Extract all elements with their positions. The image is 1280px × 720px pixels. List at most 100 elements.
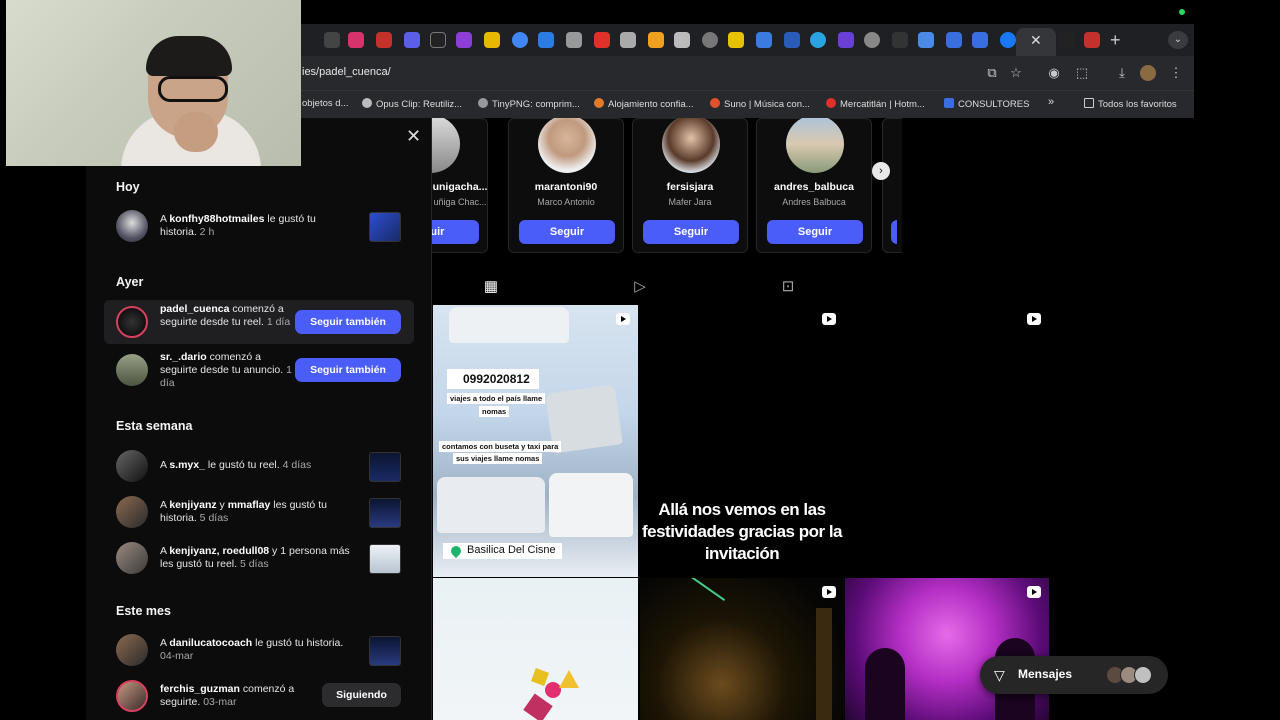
avatar[interactable] (538, 118, 596, 173)
location-tag[interactable]: Basilica Del Cisne (443, 543, 562, 559)
post-tile[interactable] (433, 578, 638, 720)
notification-row[interactable]: ferchis_guzman comenzó a seguirte. 03-ma… (104, 674, 414, 718)
follow-button[interactable] (891, 220, 897, 244)
reel-thumbnail[interactable] (369, 452, 401, 482)
bookmark-item[interactable]: Suno | Música con... (710, 98, 810, 110)
tab-favicon[interactable] (756, 32, 772, 48)
google-tab-icon[interactable] (512, 32, 528, 48)
tab-favicon[interactable] (538, 32, 554, 48)
avatar[interactable] (432, 118, 460, 173)
url-text[interactable]: ies/padel_cuenca/ (302, 66, 391, 78)
suggestion-card[interactable]: unigacha... uñiga Chac... eguir (432, 118, 488, 253)
youtube-tab-icon[interactable] (1084, 32, 1100, 48)
tab-search-chevron-icon[interactable]: ⌄ (1168, 31, 1188, 49)
notification-row[interactable]: A danilucatocoach le gustó tu historia. … (104, 628, 414, 672)
bookmark-item[interactable]: Mercatitlán | Hotm... (826, 98, 925, 110)
bookmarks-overflow-button[interactable]: » (1048, 96, 1054, 108)
avatar[interactable] (116, 680, 148, 712)
story-thumbnail[interactable] (369, 498, 401, 528)
following-button[interactable]: Siguiendo (322, 683, 401, 707)
download-icon[interactable]: ⤓ (1114, 65, 1130, 81)
avatar[interactable] (116, 496, 148, 528)
menu-dots-icon[interactable]: ⋮ (1168, 65, 1184, 81)
tab-favicon[interactable] (324, 32, 340, 48)
profile-avatar[interactable] (1140, 65, 1156, 81)
close-tab-icon[interactable]: ✕ (1030, 32, 1042, 49)
reel-thumbnail[interactable] (369, 544, 401, 574)
tab-favicon[interactable] (648, 32, 664, 48)
avatar[interactable] (116, 450, 148, 482)
tab-favicon[interactable] (620, 32, 636, 48)
bookmark-item[interactable]: CONSULTORES (944, 98, 1029, 110)
post-tile[interactable] (845, 578, 1049, 720)
install-app-icon[interactable]: ⧉ (984, 65, 1000, 81)
tab-favicon[interactable] (918, 32, 934, 48)
follow-back-button[interactable]: Seguir también (295, 310, 401, 334)
avatar[interactable] (116, 542, 148, 574)
suggestion-card[interactable]: andres_balbuca Andres Balbuca Seguir (756, 118, 872, 253)
follow-button[interactable]: Seguir (519, 220, 615, 244)
tab-favicon[interactable] (456, 32, 472, 48)
facebook-tab-icon[interactable] (1000, 32, 1016, 48)
reels-icon[interactable]: ▷ (631, 278, 649, 296)
avatar[interactable] (116, 306, 148, 338)
tab-favicon[interactable] (566, 32, 582, 48)
bookmark-item[interactable]: objetos d... (302, 98, 348, 109)
tab-favicon[interactable] (892, 32, 908, 48)
bookmark-item[interactable]: Alojamiento confia... (594, 98, 694, 110)
tab-favicon[interactable] (784, 32, 800, 48)
post-tile[interactable]: Allá nos vemos en las festividades graci… (640, 305, 844, 577)
docs-tab-icon[interactable] (972, 32, 988, 48)
tab-favicon[interactable] (594, 32, 610, 48)
instagram-tab-icon[interactable] (348, 32, 364, 48)
notification-row[interactable]: A kenjiyanz y mmaflay les gustó tu histo… (104, 490, 414, 534)
story-thumbnail[interactable] (369, 636, 401, 666)
camera-icon[interactable]: ◉ (1046, 65, 1062, 81)
new-tab-button[interactable]: + (1110, 30, 1121, 51)
follow-button[interactable]: Seguir (643, 220, 739, 244)
close-icon[interactable]: ✕ (406, 126, 421, 147)
tab-favicon[interactable] (728, 32, 744, 48)
post-tile[interactable] (845, 305, 1049, 577)
follow-button[interactable]: Seguir (767, 220, 863, 244)
avatar[interactable] (786, 118, 844, 173)
suggestion-username[interactable]: fersisjara (633, 181, 747, 193)
avatar[interactable] (116, 354, 148, 386)
posts-grid-icon[interactable]: ▦ (482, 278, 500, 296)
bookmark-star-icon[interactable]: ☆ (1008, 65, 1024, 81)
suggestion-card[interactable]: fersisjara Mafer Jara Seguir (632, 118, 748, 253)
all-bookmarks-folder[interactable]: Todos los favoritos (1084, 98, 1177, 110)
tagged-icon[interactable]: ⊡ (779, 278, 797, 296)
post-tile[interactable] (640, 578, 844, 720)
telegram-tab-icon[interactable] (810, 32, 826, 48)
docs-tab-icon[interactable] (946, 32, 962, 48)
notification-row[interactable]: A konfhy88hotmailes le gustó tu historia… (104, 204, 414, 248)
notification-row[interactable]: sr._.dario comenzó a seguirte desde tu a… (104, 348, 414, 392)
notification-row[interactable]: padel_cuenca comenzó a seguirte desde tu… (104, 300, 414, 344)
tab-favicon[interactable] (1058, 32, 1074, 48)
messages-button[interactable]: ▽ Mensajes (980, 656, 1168, 694)
suggestion-username[interactable]: andres_balbuca (757, 181, 871, 193)
follow-back-button[interactable]: Seguir también (295, 358, 401, 382)
extensions-icon[interactable]: ⬚ (1074, 65, 1090, 81)
suggestion-card[interactable] (882, 118, 902, 253)
tab-favicon[interactable] (484, 32, 500, 48)
next-arrow-icon[interactable]: › (872, 162, 890, 180)
tab-favicon[interactable] (404, 32, 420, 48)
follow-button[interactable]: eguir (432, 220, 479, 244)
suggestion-username[interactable]: unigacha... (432, 181, 517, 193)
notification-row[interactable]: A kenjiyanz, roedull08 y 1 persona más l… (104, 536, 414, 580)
tab-favicon[interactable] (674, 32, 690, 48)
tab-favicon[interactable] (430, 32, 446, 48)
post-tile[interactable]: 0992020812 viajes a todo el país llame n… (433, 305, 638, 577)
bookmark-item[interactable]: Opus Clip: Reutiliz... (362, 98, 462, 110)
suggestion-card[interactable]: marantoni90 Marco Antonio Seguir (508, 118, 624, 253)
avatar[interactable] (662, 118, 720, 173)
bookmark-item[interactable]: TinyPNG: comprim... (478, 98, 580, 110)
notification-row[interactable]: A s.myx_ le gustó tu reel. 4 días (104, 444, 414, 488)
tab-favicon[interactable] (838, 32, 854, 48)
youtube-tab-icon[interactable] (376, 32, 392, 48)
avatar[interactable] (116, 634, 148, 666)
tab-favicon[interactable] (864, 32, 880, 48)
avatar[interactable] (116, 210, 148, 242)
